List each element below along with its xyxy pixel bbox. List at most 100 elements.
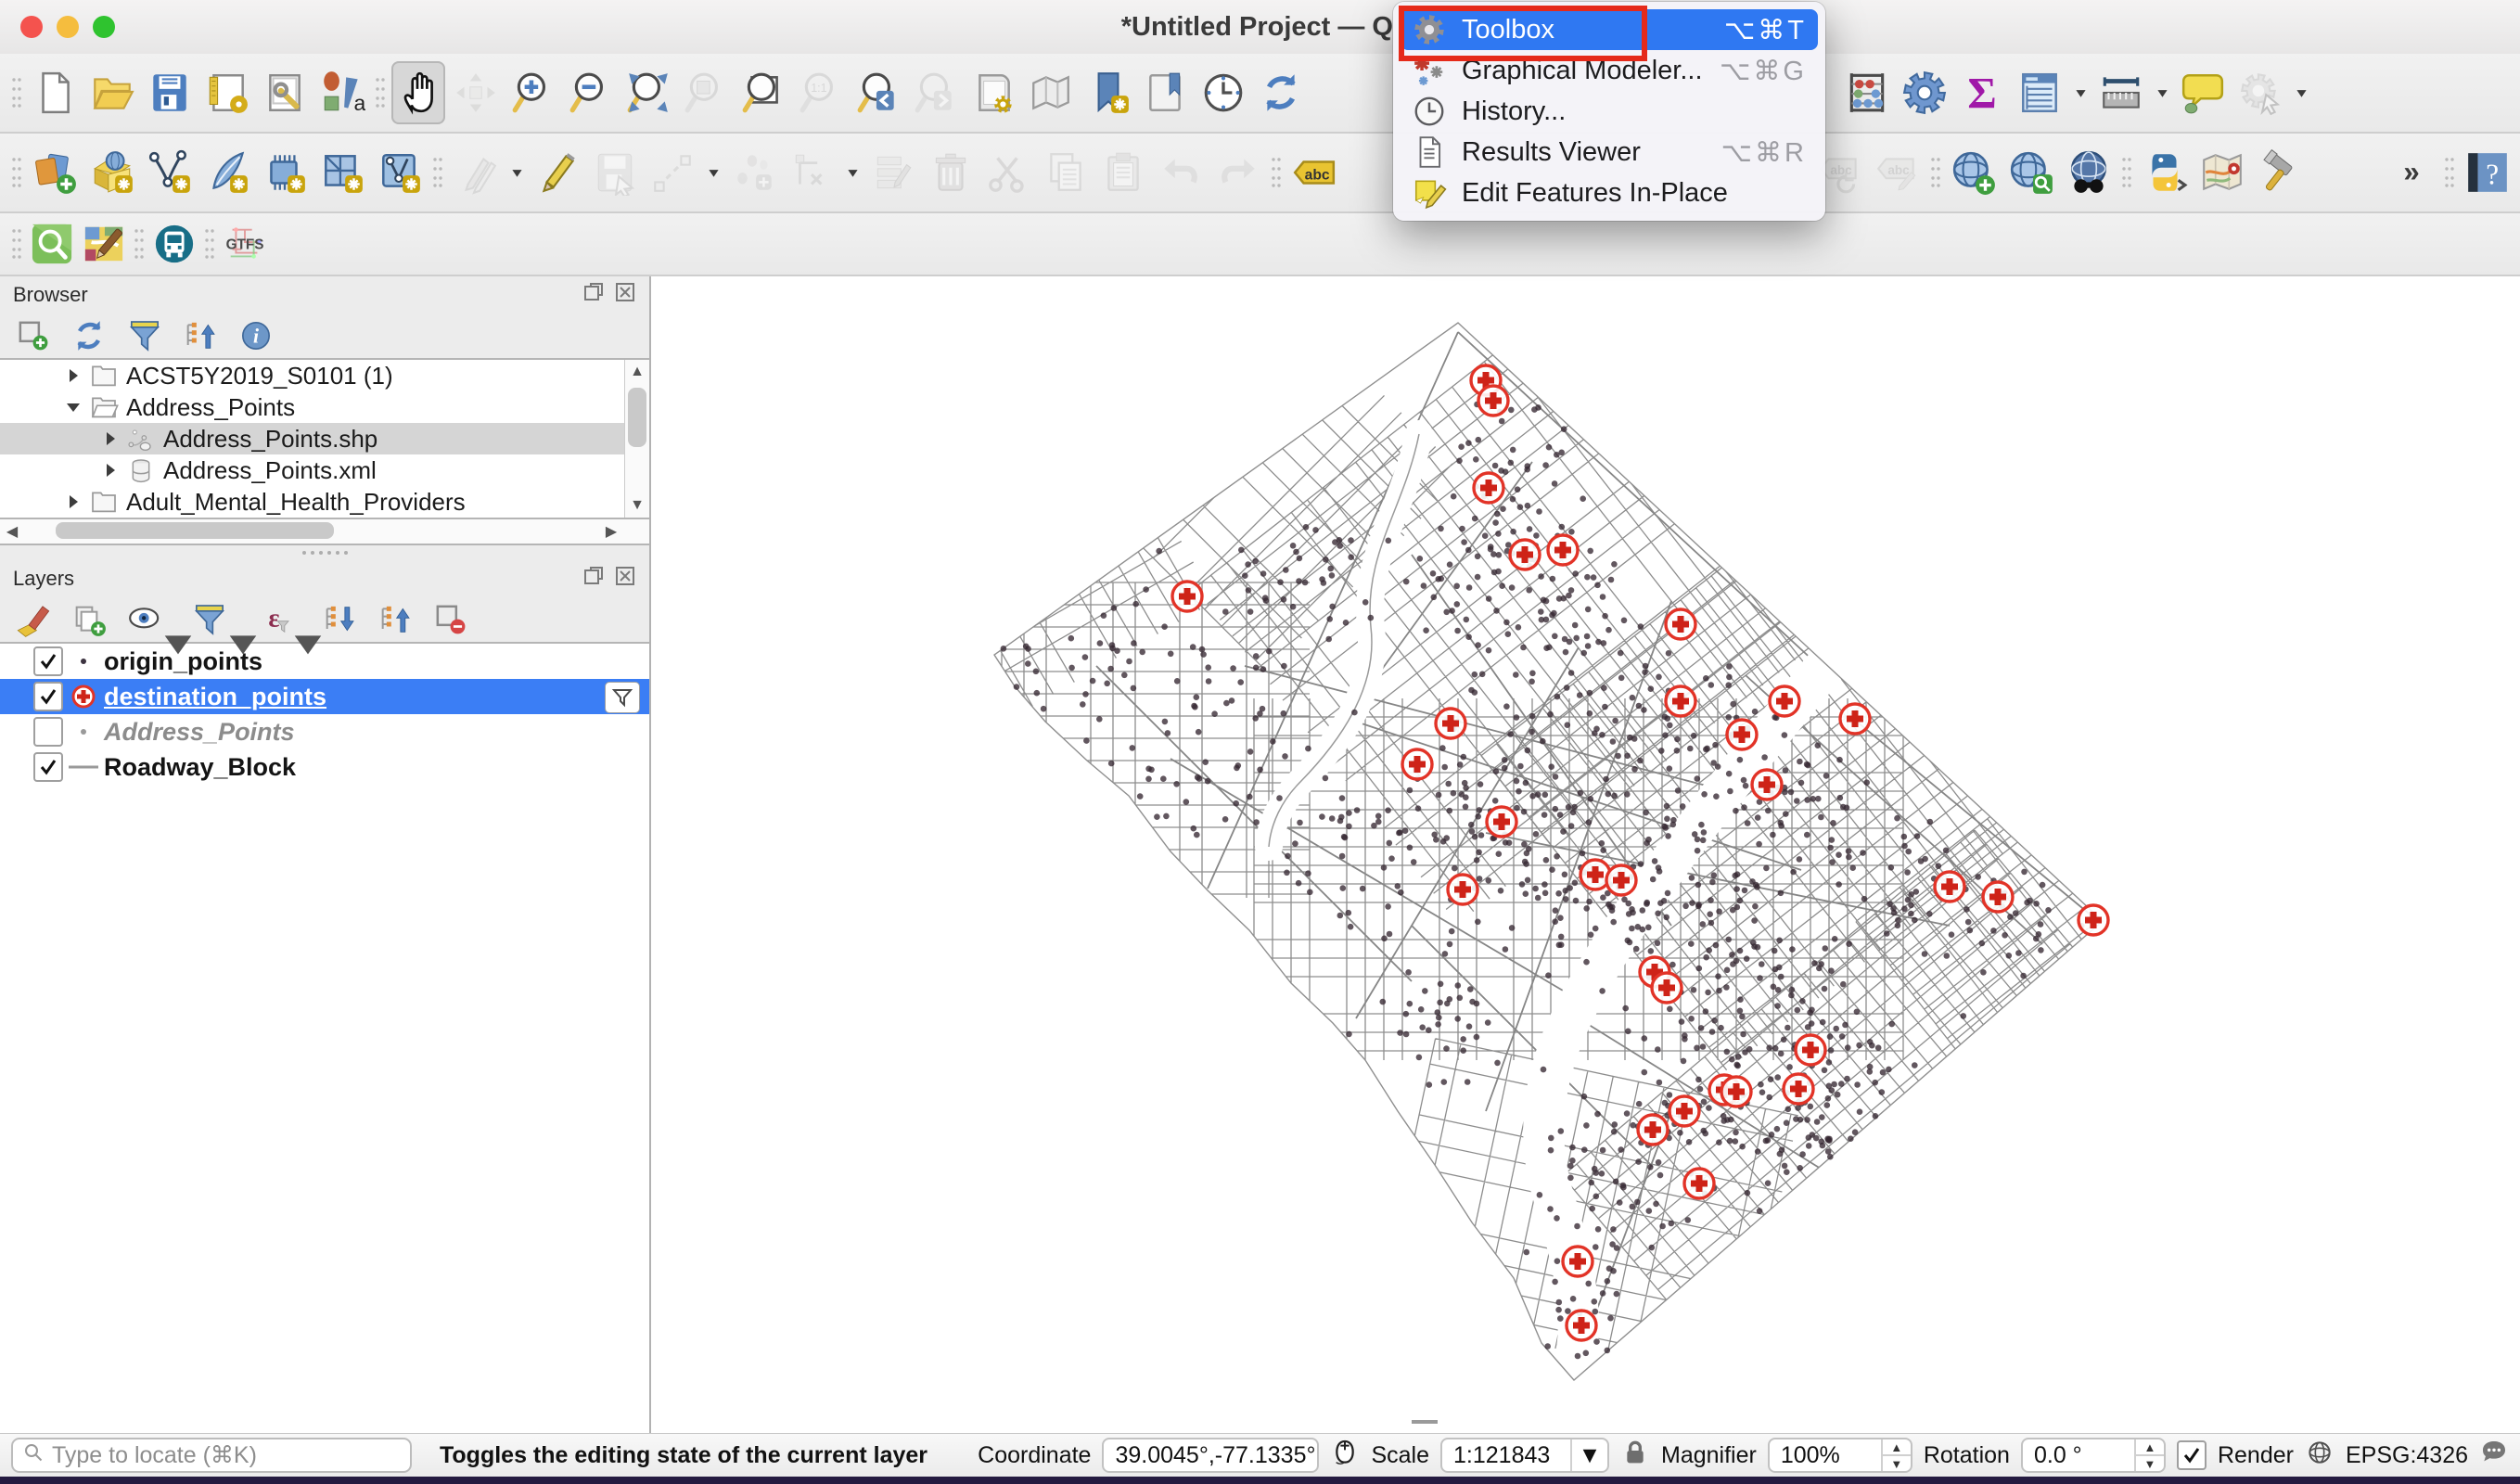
- open-layer-styling-button[interactable]: [15, 601, 52, 638]
- layer-item-destination_points[interactable]: destination_points: [0, 679, 649, 714]
- quickmapservices-button[interactable]: [2195, 141, 2249, 204]
- tree-caret-icon[interactable]: [96, 460, 124, 480]
- map-tips-button[interactable]: [2176, 61, 2230, 124]
- menu-item-toolbox[interactable]: Toolbox ⌥⌘T: [1401, 9, 1818, 50]
- step-down-icon[interactable]: ▼: [1883, 1456, 1911, 1471]
- step-up-icon[interactable]: ▲: [2136, 1439, 2164, 1456]
- layer-item-roadway_block[interactable]: Roadway_Block: [0, 749, 649, 785]
- tree-caret-icon[interactable]: [59, 397, 87, 417]
- dropdown-arrow-icon[interactable]: [505, 145, 529, 200]
- measure-line-dropdown-icon[interactable]: [2150, 65, 2174, 121]
- layer-visibility-checkbox[interactable]: [33, 646, 63, 676]
- new-geopackage-layer-button[interactable]: [85, 141, 139, 204]
- coordinate-input[interactable]: 39.0045°,-77.1335°: [1102, 1438, 1319, 1473]
- temporal-controller-button[interactable]: [1196, 61, 1250, 124]
- scrollbar-thumb[interactable]: [628, 388, 646, 447]
- filter-browser-button[interactable]: [126, 317, 163, 354]
- browser-item-address-points-shp[interactable]: Address_Points.shp: [0, 423, 649, 454]
- step-up-icon[interactable]: ▲: [1883, 1439, 1911, 1456]
- new-vector-layer-button[interactable]: [373, 141, 427, 204]
- dropdown-arrow-icon[interactable]: [840, 145, 864, 200]
- zoom-to-layer-button[interactable]: [736, 61, 790, 124]
- open-attribute-table-dropdown-icon[interactable]: [2068, 65, 2092, 121]
- toolbar-grip[interactable]: [2117, 150, 2136, 195]
- options-button[interactable]: [1898, 61, 1951, 124]
- expand-all-button[interactable]: [321, 601, 358, 638]
- crs-globe-icon[interactable]: [2305, 1438, 2335, 1474]
- browser-float-icon[interactable]: [582, 281, 605, 309]
- tree-caret-icon[interactable]: [59, 492, 87, 512]
- save-project-button[interactable]: [143, 61, 197, 124]
- pan-map-button[interactable]: [391, 61, 445, 124]
- new-project-button[interactable]: [28, 61, 82, 124]
- toggle-editing-button[interactable]: [531, 141, 584, 204]
- scroll-up-icon[interactable]: ▲: [625, 360, 649, 384]
- metasearch-add-button[interactable]: [1947, 141, 2001, 204]
- open-project-button[interactable]: [85, 61, 139, 124]
- layer-labeling-options-button[interactable]: abc: [1287, 141, 1341, 204]
- show-bookmarks-button[interactable]: [1139, 61, 1193, 124]
- toolbar-grip[interactable]: [200, 222, 219, 266]
- zoom-full-button[interactable]: [621, 61, 675, 124]
- new-print-layout-button[interactable]: [200, 61, 254, 124]
- mouse-extents-icon[interactable]: [1330, 1438, 1360, 1474]
- maximize-window-button[interactable]: [93, 16, 115, 38]
- new-temporary-scratch-layer-button[interactable]: [258, 141, 312, 204]
- layer-filter-indicator-icon[interactable]: [605, 682, 640, 713]
- metasearch-button[interactable]: [2004, 141, 2058, 204]
- add-favorite-button[interactable]: [15, 317, 52, 354]
- scale-combobox[interactable]: 1:121843 ▼: [1440, 1438, 1609, 1473]
- osm-place-search-button[interactable]: [2062, 141, 2116, 204]
- layer-visibility-checkbox[interactable]: [33, 682, 63, 711]
- locator-input[interactable]: Type to locate (⌘K): [11, 1438, 412, 1473]
- style-manager-button[interactable]: a: [315, 61, 369, 124]
- zoom-in-button[interactable]: [506, 61, 560, 124]
- toolbar-grip[interactable]: [130, 222, 148, 266]
- layer-visibility-checkbox[interactable]: [33, 717, 63, 747]
- browser-item-adult-mental-health-providers[interactable]: Adult_Mental_Health_Providers: [0, 486, 649, 518]
- new-shapefile-layer-button[interactable]: [143, 141, 197, 204]
- lock-scale-icon[interactable]: [1620, 1438, 1650, 1474]
- layer-item-origin_points[interactable]: origin_points: [0, 644, 649, 679]
- plugin-builder-button[interactable]: [2253, 141, 2307, 204]
- browser-close-icon[interactable]: [614, 281, 636, 309]
- filter-legend-button[interactable]: [191, 601, 237, 638]
- menu-item-graphical-modeler[interactable]: Graphical Modeler... ⌥⌘G: [1401, 50, 1818, 91]
- toolbar-grip[interactable]: [371, 70, 390, 115]
- browser-horizontal-scrollbar[interactable]: ◀ ▶: [0, 519, 649, 545]
- layer-item-address_points[interactable]: Address_Points: [0, 714, 649, 749]
- refresh-map-button[interactable]: [1254, 61, 1308, 124]
- close-window-button[interactable]: [20, 16, 43, 38]
- scroll-down-icon[interactable]: ▼: [625, 493, 649, 518]
- add-group-button[interactable]: [70, 601, 108, 638]
- help-button[interactable]: ?: [2461, 141, 2514, 204]
- chevron-down-icon[interactable]: ▼: [1570, 1439, 1607, 1471]
- nominatim-locator-button[interactable]: [28, 218, 76, 270]
- open-data-source-manager-button[interactable]: [28, 141, 82, 204]
- magnifier-stepper[interactable]: 100% ▲▼: [1768, 1438, 1912, 1473]
- layers-float-icon[interactable]: [582, 565, 605, 593]
- new-3d-map-view-button[interactable]: [1024, 61, 1078, 124]
- panel-resize-handle[interactable]: [0, 545, 649, 560]
- scroll-left-icon[interactable]: ◀: [0, 519, 24, 544]
- scrollbar-thumb[interactable]: [56, 522, 334, 539]
- gtfs-plugin-button[interactable]: GTFS: [221, 218, 269, 270]
- quickosm-button[interactable]: [80, 218, 128, 270]
- properties-info-button[interactable]: i: [237, 317, 275, 354]
- collapse-all-layers-button[interactable]: [377, 601, 414, 638]
- show-layout-manager-button[interactable]: [258, 61, 312, 124]
- browser-item-address-points[interactable]: Address_Points: [0, 391, 649, 423]
- toolbar-grip[interactable]: [7, 70, 26, 115]
- browser-item-address-points-xml[interactable]: Address_Points.xml: [0, 454, 649, 486]
- layers-close-icon[interactable]: [614, 565, 636, 593]
- render-checkbox[interactable]: [2177, 1440, 2207, 1470]
- toolbar-grip[interactable]: [7, 150, 26, 195]
- toolbar-overflow-button[interactable]: »: [2385, 141, 2438, 204]
- minimize-window-button[interactable]: [57, 16, 79, 38]
- measure-line-button[interactable]: [2094, 61, 2148, 124]
- tree-caret-icon[interactable]: [96, 429, 124, 449]
- new-spatial-bookmark-button[interactable]: [1081, 61, 1135, 124]
- messages-icon[interactable]: [2479, 1438, 2509, 1474]
- remove-layer-button[interactable]: [432, 601, 469, 638]
- toolbar-grip[interactable]: [2440, 150, 2459, 195]
